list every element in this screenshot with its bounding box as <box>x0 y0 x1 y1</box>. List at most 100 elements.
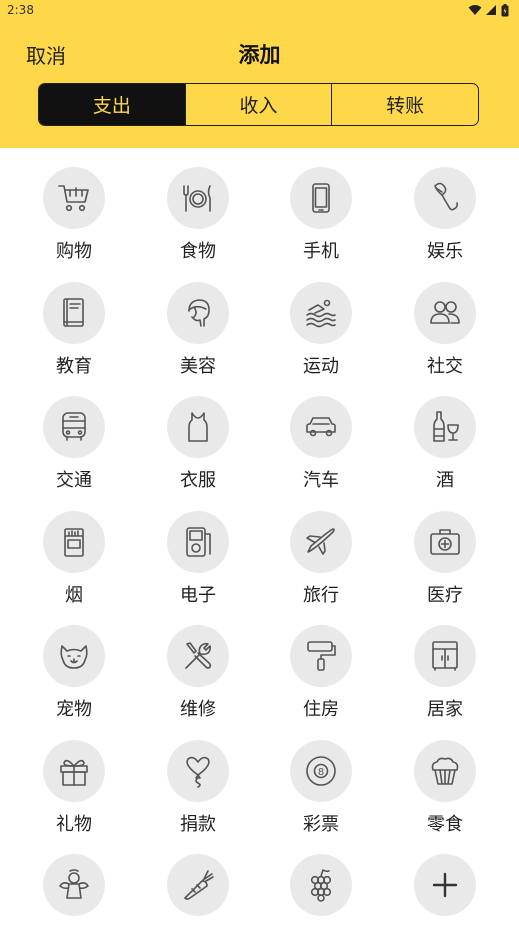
category-item[interactable] <box>259 835 383 949</box>
category-icon-circle[interactable] <box>414 510 476 573</box>
category-item[interactable]: 零食 <box>383 721 507 835</box>
category-item[interactable]: 社交 <box>383 263 507 377</box>
wifi-icon <box>468 5 482 15</box>
tab-income[interactable]: 收入 <box>184 84 332 125</box>
category-icon-circle[interactable]: 8 <box>290 739 352 802</box>
category-item[interactable]: 教育 <box>12 263 136 377</box>
category-icon-circle[interactable] <box>43 281 105 344</box>
category-label: 维修 <box>180 699 216 720</box>
category-item[interactable]: 住房 <box>259 606 383 720</box>
cabinet-icon <box>432 641 458 671</box>
category-icon-circle[interactable] <box>414 396 476 458</box>
category-label: 彩票 <box>303 813 339 835</box>
page-title: 添加 <box>238 43 281 67</box>
category-item[interactable]: 美容 <box>136 263 260 377</box>
paint-roller-icon <box>307 641 336 671</box>
category-icon-circle[interactable] <box>167 281 229 344</box>
category-label: 教育 <box>56 355 92 377</box>
tank-top-icon <box>188 412 208 442</box>
category-label: 汽车 <box>303 470 339 491</box>
category-label: 食物 <box>180 241 216 262</box>
category-item[interactable] <box>12 835 136 949</box>
cigarette-pack-icon <box>64 527 84 557</box>
category-icon-circle[interactable] <box>167 167 229 229</box>
category-item[interactable]: 礼物 <box>12 721 136 835</box>
category-item[interactable]: 食物 <box>136 148 260 262</box>
category-label: 美容 <box>180 355 216 377</box>
category-icon-circle[interactable] <box>414 854 476 916</box>
add-icon <box>432 872 458 898</box>
tab-expense[interactable]: 支出 <box>39 84 185 125</box>
category-label: 居家 <box>427 699 463 720</box>
category-icon-circle[interactable] <box>290 854 352 916</box>
category-icon-circle[interactable] <box>290 281 352 344</box>
car-icon <box>306 417 336 437</box>
category-item[interactable]: 酒 <box>383 377 507 491</box>
category-icon-circle[interactable] <box>43 854 105 916</box>
category-icon-circle[interactable] <box>167 854 229 916</box>
bus-icon <box>62 412 86 441</box>
category-icon-circle[interactable] <box>290 167 352 229</box>
category-item[interactable]: 运动 <box>259 263 383 377</box>
category-label: 交通 <box>56 470 92 491</box>
category-icon-circle[interactable] <box>414 167 476 229</box>
category-item[interactable]: 8 彩票 <box>259 721 383 835</box>
category-icon-circle[interactable] <box>167 739 229 802</box>
category-label: 烟 <box>65 584 83 606</box>
category-label: 电子 <box>180 584 216 606</box>
category-icon-circle[interactable] <box>43 739 105 802</box>
wrench-screwdriver-icon <box>185 642 212 669</box>
category-item[interactable]: 烟 <box>12 492 136 606</box>
music-player-icon <box>186 526 211 557</box>
gift-icon <box>60 759 88 786</box>
category-item[interactable]: 手机 <box>259 148 383 262</box>
swimming-icon <box>306 299 336 327</box>
category-icon-circle[interactable] <box>167 396 229 458</box>
category-icon-circle[interactable] <box>167 510 229 573</box>
category-item[interactable]: 捐款 <box>136 721 260 835</box>
airplane-icon <box>306 527 335 555</box>
category-label: 宠物 <box>56 699 92 720</box>
tab-transfer[interactable]: 转账 <box>331 84 478 125</box>
category-label: 酒 <box>436 470 454 491</box>
type-segmented-control: 支出 收入 转账 <box>38 83 479 126</box>
category-item[interactable]: 医疗 <box>383 492 507 606</box>
category-item[interactable]: 旅行 <box>259 492 383 606</box>
header-bar: 2:38 取消 添加 支出 收入 转账 <box>0 0 519 148</box>
category-icon-circle[interactable] <box>43 167 105 229</box>
angel-icon <box>59 869 89 899</box>
category-icon-circle[interactable] <box>167 625 229 687</box>
category-label: 住房 <box>303 699 339 720</box>
book-icon <box>63 297 84 327</box>
category-icon-circle[interactable] <box>414 625 476 687</box>
heart-balloon-icon <box>186 756 210 788</box>
category-item[interactable]: 电子 <box>136 492 260 606</box>
category-item[interactable]: 汽车 <box>259 377 383 491</box>
category-item[interactable]: 维修 <box>136 606 260 720</box>
category-label: 捐款 <box>180 813 216 835</box>
category-label: 购物 <box>56 241 92 262</box>
category-icon-circle[interactable] <box>43 625 105 687</box>
category-icon-circle[interactable] <box>290 625 352 687</box>
category-item[interactable] <box>136 835 260 949</box>
pet-face-icon <box>60 645 88 669</box>
category-label: 社交 <box>427 355 463 377</box>
category-item[interactable]: 交通 <box>12 377 136 491</box>
category-icon-circle[interactable] <box>414 281 476 344</box>
category-icon-circle[interactable] <box>414 739 476 802</box>
category-grid: 购物 食物 手机 娱乐教育 美容 运动 社交交通 衣服 汽车 酒烟 电子 旅行 医疗宠物 维修 住房 居家礼物… <box>0 148 519 923</box>
category-item[interactable] <box>383 835 507 949</box>
category-item[interactable]: 居家 <box>383 606 507 720</box>
wine-bottle-glass-icon <box>433 411 459 442</box>
category-item[interactable]: 宠物 <box>12 606 136 720</box>
category-item[interactable]: 娱乐 <box>383 148 507 262</box>
category-item[interactable]: 购物 <box>12 148 136 262</box>
category-item[interactable]: 衣服 <box>136 377 260 491</box>
category-icon-circle[interactable] <box>43 510 105 573</box>
category-icon-circle[interactable] <box>290 396 352 458</box>
category-icon-circle[interactable] <box>43 396 105 458</box>
microphone-icon <box>434 182 458 211</box>
category-icon-circle[interactable] <box>290 510 352 573</box>
category-label: 礼物 <box>56 813 92 835</box>
cupcake-icon <box>431 757 459 785</box>
